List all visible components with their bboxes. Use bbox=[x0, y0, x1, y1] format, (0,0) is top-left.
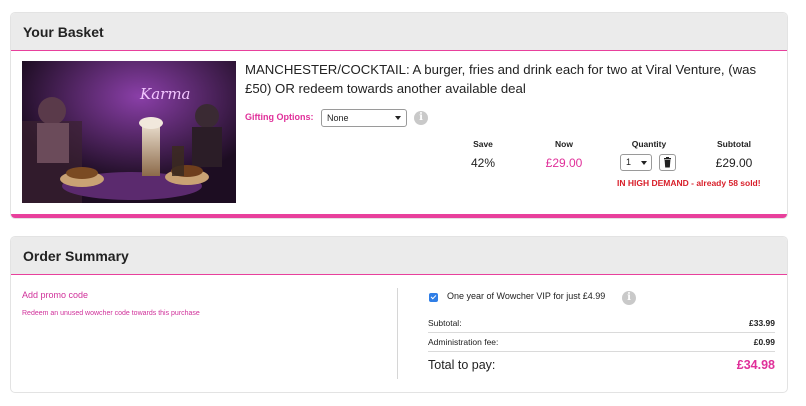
item-subtotal: £29.00 bbox=[715, 156, 753, 170]
order-summary-header: Order Summary bbox=[11, 237, 787, 275]
accent-bar bbox=[11, 214, 787, 218]
column-divider bbox=[397, 288, 398, 379]
subtotal-row: Subtotal: £33.99 bbox=[428, 318, 775, 328]
chevron-down-icon bbox=[641, 161, 647, 165]
subtotal-value: £33.99 bbox=[749, 318, 775, 328]
save-percent: 42% bbox=[470, 156, 496, 170]
save-column-header: Save bbox=[473, 139, 493, 149]
redeem-wowcher-code-link[interactable]: Redeem an unused wowcher code towards th… bbox=[22, 310, 200, 317]
divider bbox=[428, 332, 775, 333]
basket-card: Your Basket Karma MANCHESTER/COCKTAIL: A… bbox=[11, 13, 787, 218]
vip-option-label[interactable]: One year of Wowcher VIP for just £4.99 bbox=[447, 291, 605, 301]
add-promo-code-link[interactable]: Add promo code bbox=[22, 290, 88, 300]
quantity-select[interactable]: 1 bbox=[620, 154, 652, 171]
info-icon[interactable]: i bbox=[622, 291, 636, 305]
remove-item-button[interactable] bbox=[659, 154, 676, 171]
admin-fee-label: Administration fee: bbox=[428, 337, 499, 347]
order-summary-card: Order Summary Add promo code Redeem an u… bbox=[11, 237, 787, 392]
neon-sign-text: Karma bbox=[139, 85, 191, 103]
gifting-options-label: Gifting Options: bbox=[245, 112, 314, 122]
total-label: Total to pay: bbox=[428, 358, 496, 372]
basket-header: Your Basket bbox=[11, 13, 787, 51]
divider bbox=[428, 351, 775, 352]
now-column-header: Now bbox=[555, 139, 573, 149]
quantity-column-header: Quantity bbox=[631, 139, 667, 149]
now-price: £29.00 bbox=[545, 156, 583, 170]
deal-title[interactable]: MANCHESTER/COCKTAIL: A burger, fries and… bbox=[245, 60, 785, 98]
total-value: £34.98 bbox=[736, 358, 775, 372]
admin-fee-row: Administration fee: £0.99 bbox=[428, 337, 775, 347]
chevron-down-icon bbox=[395, 116, 401, 120]
trash-icon bbox=[664, 157, 671, 168]
gifting-options-select[interactable]: None bbox=[321, 109, 407, 127]
subtotal-column-header: Subtotal bbox=[717, 139, 751, 149]
admin-fee-value: £0.99 bbox=[753, 337, 775, 347]
gifting-options-value: None bbox=[327, 113, 349, 123]
quantity-value: 1 bbox=[626, 157, 632, 167]
subtotal-label: Subtotal: bbox=[428, 318, 462, 328]
info-icon[interactable]: i bbox=[414, 111, 428, 125]
total-row: Total to pay: £34.98 bbox=[428, 358, 775, 372]
deal-image[interactable]: Karma bbox=[22, 61, 236, 203]
high-demand-notice: IN HIGH DEMAND - already 58 sold! bbox=[617, 178, 761, 188]
vip-checkbox[interactable] bbox=[429, 293, 438, 302]
